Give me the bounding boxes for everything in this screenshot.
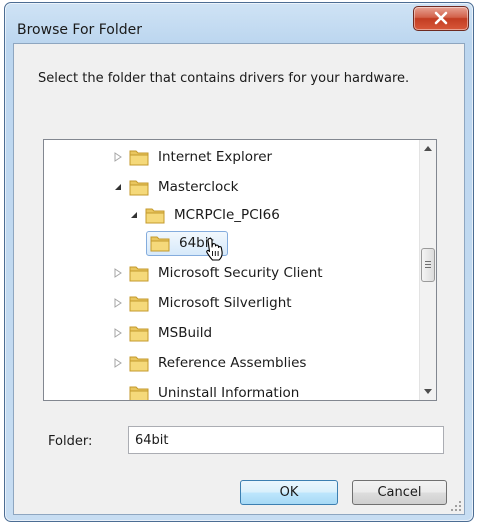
folder-field-label: Folder: xyxy=(48,434,93,449)
expand-triangle-icon[interactable] xyxy=(112,357,124,369)
title-bar[interactable]: Browse For Folder xyxy=(5,3,473,41)
resize-grip-icon[interactable] xyxy=(450,500,462,512)
folder-icon xyxy=(129,294,149,312)
expand-triangle-icon[interactable] xyxy=(112,297,124,309)
folder-name-input[interactable] xyxy=(128,426,444,454)
instruction-text: Select the folder that contains drivers … xyxy=(38,71,410,86)
close-button[interactable] xyxy=(413,6,469,31)
tree-item-label: Microsoft Silverlight xyxy=(158,295,292,311)
tree-item-label: MSBuild xyxy=(158,325,213,341)
folder-icon xyxy=(145,206,165,224)
vertical-scrollbar[interactable] xyxy=(419,140,436,400)
collapse-triangle-icon[interactable] xyxy=(112,181,124,193)
collapse-triangle-icon[interactable] xyxy=(128,209,140,221)
scroll-up-icon xyxy=(424,146,432,151)
tree-item-label: Uninstall Information xyxy=(158,385,300,401)
tree-item-uninstall-information[interactable]: Uninstall Information xyxy=(112,382,300,401)
tree-item-microsoft-security-client[interactable]: Microsoft Security Client xyxy=(112,262,323,284)
tree-item-label: Internet Explorer xyxy=(158,149,273,165)
folder-icon xyxy=(129,148,149,166)
scroll-up-button[interactable] xyxy=(420,140,436,157)
tree-item-mcrpcie-pci66[interactable]: MCRPCIe_PCI66 xyxy=(128,204,280,226)
dialog-body: Select the folder that contains drivers … xyxy=(13,43,465,515)
scroll-thumb[interactable] xyxy=(421,248,435,282)
tree-item-label: Reference Assemblies xyxy=(158,355,307,371)
expand-triangle-icon[interactable] xyxy=(112,327,124,339)
tree-item-64bit[interactable]: 64bit xyxy=(133,232,214,254)
folder-icon xyxy=(129,354,149,372)
folder-icon xyxy=(129,264,149,282)
tree-item-masterclock[interactable]: Masterclock xyxy=(112,176,238,198)
hand-cursor-icon xyxy=(206,237,223,261)
tree-item-internet-explorer[interactable]: Internet Explorer xyxy=(112,146,272,168)
tree-item-label: Masterclock xyxy=(158,179,239,195)
expand-triangle-icon[interactable] xyxy=(112,267,124,279)
tree-item-label: MCRPCIe_PCI66 xyxy=(174,207,280,223)
tree-item-reference-assemblies[interactable]: Reference Assemblies xyxy=(112,352,306,374)
scroll-down-icon xyxy=(424,389,432,394)
folder-icon xyxy=(129,384,149,400)
cancel-button[interactable]: Cancel xyxy=(352,480,447,505)
close-icon xyxy=(434,11,448,25)
folder-tree[interactable]: Internet Explorer Masterclock MCRPCIe_PC… xyxy=(43,139,437,401)
browse-for-folder-dialog: Browse For Folder Select the folder that… xyxy=(4,2,474,522)
tree-item-microsoft-silverlight[interactable]: Microsoft Silverlight xyxy=(112,292,292,314)
folder-icon xyxy=(150,234,170,252)
expand-triangle-icon[interactable] xyxy=(112,151,124,163)
tree-item-msbuild[interactable]: MSBuild xyxy=(112,322,212,344)
folder-icon xyxy=(129,178,149,196)
window-title: Browse For Folder xyxy=(17,22,143,38)
tree-item-label: Microsoft Security Client xyxy=(158,265,323,281)
scroll-down-button[interactable] xyxy=(420,383,436,400)
folder-icon xyxy=(129,324,149,342)
ok-button[interactable]: OK xyxy=(240,480,338,505)
